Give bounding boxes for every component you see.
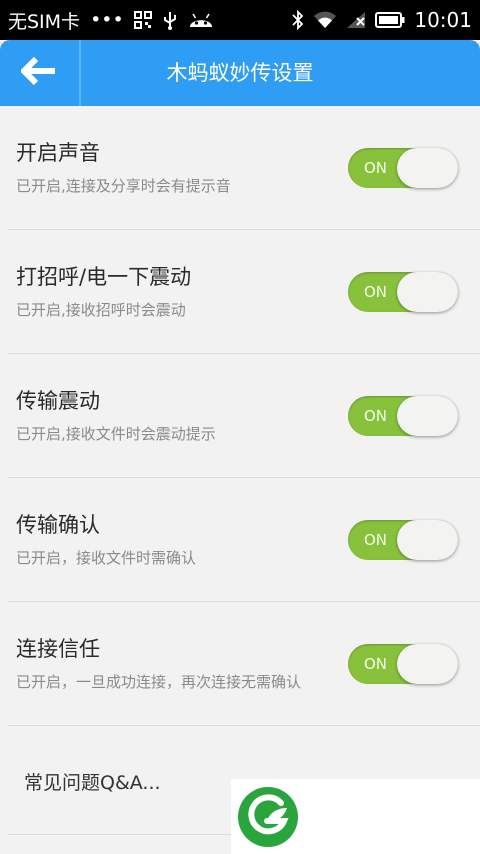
setting-title: 打招呼/电一下震动 (16, 265, 192, 289)
android-icon (188, 11, 214, 29)
setting-description: 已开启，接收文件时需确认 (16, 549, 197, 567)
back-button[interactable] (0, 40, 78, 106)
setting-title: 传输确认 (16, 513, 100, 537)
connection-trust-toggle[interactable]: ON (348, 644, 458, 684)
toggle-knob (397, 644, 458, 684)
clock: 10:01 (414, 8, 472, 32)
setting-description: 已开启,接收文件时会震动提示 (16, 425, 216, 443)
setting-row-transfer-confirm: 传输确认 已开启，接收文件时需确认 ON (0, 478, 480, 602)
setting-row-transfer-vibrate: 传输震动 已开启,接收文件时会震动提示 ON (0, 354, 480, 478)
carrier-label: 无SIM卡 (8, 10, 81, 33)
settings-list: 开启声音 已开启,连接及分享时会有提示音 ON 打招呼/电一下震动 已开启,接收… (0, 106, 480, 726)
toggle-knob (397, 148, 458, 188)
wifi-icon (313, 11, 337, 29)
toggle-on-label: ON (364, 531, 388, 549)
setting-description: 已开启，一旦成功连接，再次连接无需确认 (16, 673, 302, 691)
setting-row-sound: 开启声音 已开启,连接及分享时会有提示音 ON (0, 106, 480, 230)
transfer-confirm-toggle[interactable]: ON (348, 520, 458, 560)
toggle-on-label: ON (364, 655, 388, 673)
notification-dots: ••• (90, 9, 124, 31)
toggle-on-label: ON (364, 159, 388, 177)
usb-icon (162, 10, 178, 30)
toggle-on-label: ON (364, 283, 388, 301)
faq-link[interactable]: 常见问题Q&A... (24, 768, 161, 795)
back-arrow-icon (19, 56, 57, 90)
signal-icon (346, 11, 366, 29)
battery-icon (375, 11, 405, 29)
toggle-knob (397, 396, 458, 436)
setting-description: 已开启,连接及分享时会有提示音 (16, 177, 231, 195)
toggle-on-label: ON (364, 407, 388, 425)
setting-title: 连接信任 (16, 637, 100, 661)
header-divider (79, 40, 81, 106)
setting-row-greeting-vibrate: 打招呼/电一下震动 已开启,接收招呼时会震动 ON (0, 230, 480, 354)
setting-title: 开启声音 (16, 141, 100, 165)
logo-overlay (231, 779, 480, 854)
qr-code-icon (133, 11, 152, 29)
header-bar: 木蚂蚁妙传设置 (0, 40, 480, 106)
toggle-knob (397, 272, 458, 312)
transfer-vibrate-toggle[interactable]: ON (348, 396, 458, 436)
app-logo-icon (237, 786, 299, 852)
setting-description: 已开启,接收招呼时会震动 (16, 301, 186, 319)
greeting-vibrate-toggle[interactable]: ON (348, 272, 458, 312)
bluetooth-icon (292, 10, 304, 30)
status-bar: 无SIM卡 ••• 10:01 (0, 0, 480, 40)
sound-toggle[interactable]: ON (348, 148, 458, 188)
toggle-knob (397, 520, 458, 560)
setting-row-connection-trust: 连接信任 已开启，一旦成功连接，再次连接无需确认 ON (0, 602, 480, 726)
setting-title: 传输震动 (16, 389, 100, 413)
